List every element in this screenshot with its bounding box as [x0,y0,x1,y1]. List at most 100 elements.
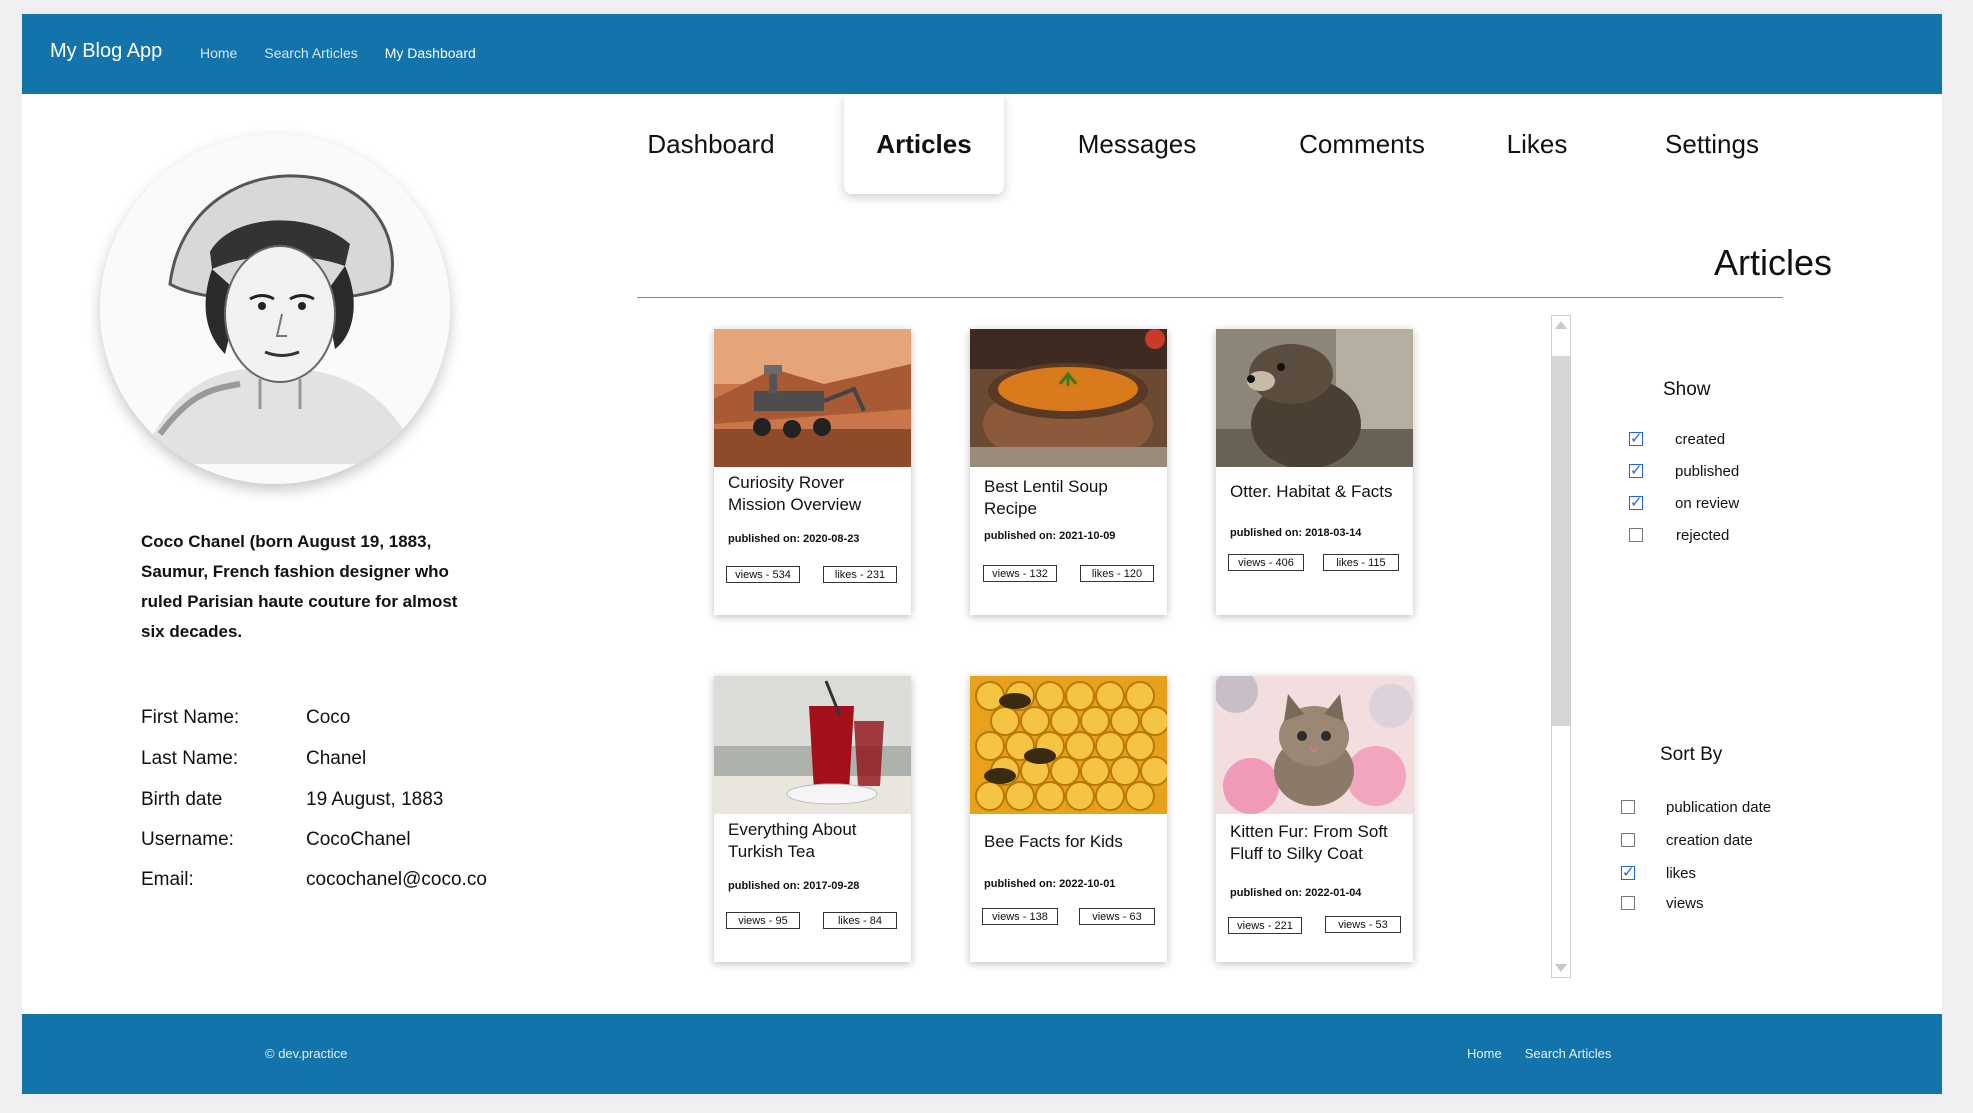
filter-rejected[interactable]: rejected [1629,527,1829,547]
tab-articles[interactable]: Articles [844,94,1004,194]
scroll-up-arrow-icon[interactable] [1555,321,1567,329]
info-value: Coco [306,707,351,728]
sort-likes[interactable]: likes [1621,863,1821,885]
article-card[interactable]: Otter. Habitat & Facts published on: 201… [1216,329,1413,615]
views-badge: views - 95 [726,912,800,929]
article-card[interactable]: Kitten Fur: From Soft Fluff to Silky Coa… [1216,676,1413,962]
info-value: cocochanel@coco.co [306,869,487,890]
checkbox-label: rejected [1676,527,1730,544]
top-nav: Home Search Articles My Dashboard [200,45,476,61]
footer-search-articles-link[interactable]: Search Articles [1525,1046,1612,1061]
article-published-date: published on: 2021-10-09 [984,530,1116,542]
checkbox[interactable] [1629,493,1643,511]
checkbox[interactable] [1621,833,1635,847]
kitten-image [1216,676,1413,814]
info-value: CocoChanel [306,829,411,850]
portrait-sketch-image [100,134,450,484]
footer-home-link[interactable]: Home [1467,1046,1502,1061]
checkbox[interactable] [1629,528,1643,542]
info-label: Username: [141,829,234,850]
mars-rover-image [714,329,911,467]
views-badge: views - 221 [1228,917,1302,934]
info-value: 19 August, 1883 [306,789,444,810]
views-badge: views - 53 [1325,916,1401,933]
article-card[interactable]: Bee Facts for Kids published on: 2022-10… [970,676,1167,962]
footer-nav: Home Search Articles [1467,1046,1611,1061]
sort-views[interactable]: views [1621,895,1821,915]
tab-dashboard[interactable]: Dashboard [636,94,786,194]
nav-search-articles-link[interactable]: Search Articles [264,45,357,61]
info-row-first-name: First Name: Coco [141,707,561,737]
checkbox-label: published [1675,463,1740,480]
info-label: Email: [141,869,194,890]
scroll-down-arrow-icon[interactable] [1555,964,1567,972]
info-value: Chanel [306,748,367,769]
checkbox[interactable] [1621,863,1635,881]
top-navbar: My Blog App Home Search Articles My Dash… [22,14,1942,94]
views-badge: views - 63 [1079,908,1155,925]
info-row-birth-date: Birth date 19 August, 1883 [141,789,561,819]
nav-home-link[interactable]: Home [200,45,237,61]
likes-badge: likes - 84 [823,912,897,929]
filter-created[interactable]: created [1629,429,1829,451]
views-badge: views - 534 [726,566,800,583]
profile-bio: Coco Chanel (born August 19, 1883, Saumu… [141,532,458,641]
likes-badge: likes - 231 [823,566,897,583]
checkbox-label: publication date [1666,799,1772,816]
scroll-thumb[interactable] [1552,356,1570,726]
checkbox-label: likes [1666,865,1697,882]
article-published-date: published on: 2018-03-14 [1230,527,1362,539]
page: My Blog App Home Search Articles My Dash… [22,14,1942,1094]
article-published-date: published on: 2022-01-04 [1230,887,1362,899]
article-card[interactable]: Everything About Turkish Tea published o… [714,676,911,962]
tab-likes[interactable]: Likes [1487,94,1587,194]
info-label: Last Name: [141,748,239,769]
info-row-last-name: Last Name: Chanel [141,748,561,778]
bees-honeycomb-image [970,676,1167,814]
article-published-date: published on: 2020-08-23 [728,533,860,545]
checkbox[interactable] [1629,461,1643,479]
article-card[interactable]: Best Lentil Soup Recipe published on: 20… [970,329,1167,615]
lentil-soup-image [970,329,1167,467]
brand-logo-text[interactable]: My Blog App [50,40,162,63]
footer: © dev.practice Home Search Articles [22,1014,1942,1094]
copyright-text: © dev.practice [265,1046,348,1061]
sort-creation-date[interactable]: creation date [1621,832,1821,852]
filter-on-review[interactable]: on review [1629,493,1829,515]
checkbox[interactable] [1621,800,1635,814]
sort-publication-date[interactable]: publication date [1621,799,1821,819]
sort-by-title: Sort By [1660,744,1723,765]
tab-messages[interactable]: Messages [1057,94,1217,194]
article-title[interactable]: Otter. Habitat & Facts [1230,481,1405,503]
checkbox-label: on review [1675,495,1740,512]
checkbox[interactable] [1621,896,1635,910]
checkbox-label: creation date [1666,832,1753,849]
tab-comments[interactable]: Comments [1277,94,1447,194]
info-label: First Name: [141,707,240,728]
nav-my-dashboard-link[interactable]: My Dashboard [385,45,476,61]
otter-image [1216,329,1413,467]
article-title[interactable]: Curiosity Rover Mission Overview [728,472,903,516]
checkbox[interactable] [1629,429,1643,447]
likes-badge: likes - 115 [1323,554,1399,571]
filter-published[interactable]: published [1629,461,1829,483]
checkbox-label: views [1666,895,1704,912]
info-row-email: Email: cocochanel@coco.co [141,869,561,899]
article-published-date: published on: 2022-10-01 [984,878,1116,890]
article-published-date: published on: 2017-09-28 [728,880,860,892]
views-badge: views - 406 [1228,554,1304,571]
views-badge: views - 132 [983,565,1057,582]
views-badge: views - 138 [982,908,1058,925]
article-title[interactable]: Best Lentil Soup Recipe [984,476,1159,520]
article-title[interactable]: Bee Facts for Kids [984,831,1159,853]
likes-badge: likes - 120 [1080,565,1154,582]
info-label: Birth date [141,789,223,810]
tab-settings[interactable]: Settings [1642,94,1782,194]
articles-scrollbar[interactable] [1551,315,1571,978]
article-title[interactable]: Everything About Turkish Tea [728,819,903,863]
article-title[interactable]: Kitten Fur: From Soft Fluff to Silky Coa… [1230,821,1405,865]
info-row-username: Username: CocoChanel [141,829,561,859]
article-card[interactable]: Curiosity Rover Mission Overview publish… [714,329,911,615]
checkbox-label: created [1675,431,1726,448]
turkish-tea-image [714,676,911,814]
